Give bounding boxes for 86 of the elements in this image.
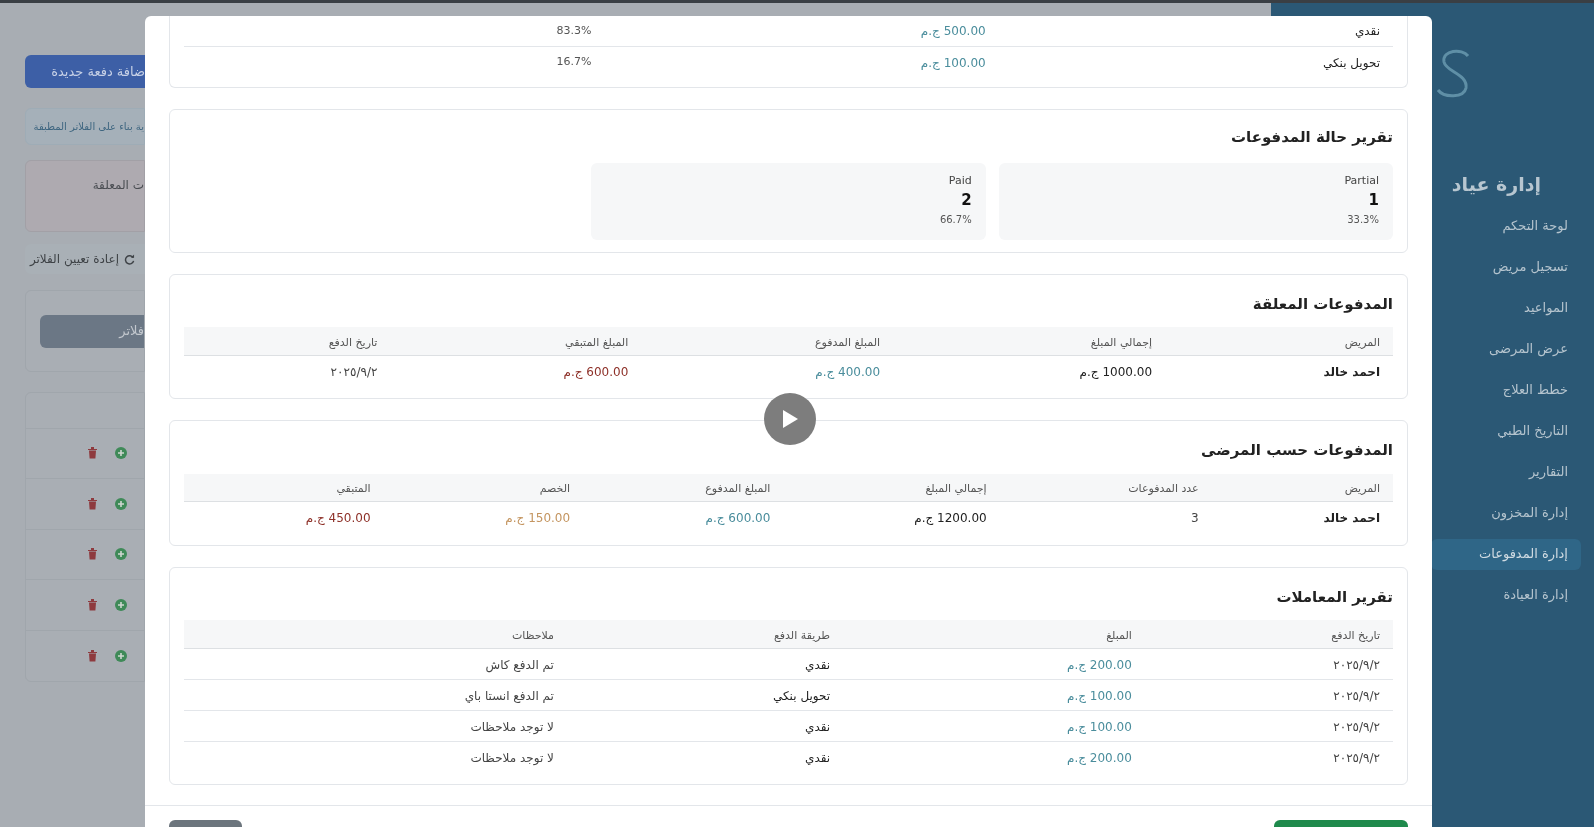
table-cell: ٢٠٢٥/٩/٢ (1333, 657, 1380, 672)
sidebar-item[interactable]: المواعيد (1431, 292, 1581, 324)
plus-circle-icon[interactable] (115, 497, 127, 510)
sidebar-item[interactable]: خطط العلاج (1431, 374, 1581, 406)
table-cell: ٢٠٢٥/٩/٢ (1333, 719, 1380, 734)
filter-note: ية بناء على الفلاتر المطبقة (25, 108, 145, 145)
reset-filters-link[interactable]: إعادة تعيين الفلاتر (29, 250, 119, 268)
status-label: Partial (1343, 172, 1379, 189)
column-header: المبلغ المدفوع (705, 482, 771, 496)
column-header: عدد المدفوعات (1128, 482, 1199, 496)
refresh-icon (124, 253, 135, 265)
column-header: الخصم (539, 482, 571, 496)
table-cell: نقدي (805, 750, 831, 765)
column-header: طريقة الدفع (773, 628, 831, 642)
column-header: المبلغ المتبقي (565, 335, 629, 349)
table-cell: 450.00 ج.م (305, 511, 371, 526)
table-cell: لا توجد ملاحظات (470, 719, 554, 734)
status-count: 2 (960, 190, 972, 211)
table-cell: تم الدفع كاش (485, 657, 554, 672)
table-cell: 3 (1191, 511, 1199, 526)
table-cell: ٢٠٢٥/٩/٢ (1333, 750, 1380, 765)
table-cell: 200.00 ج.م (1067, 750, 1132, 765)
table-cell: ٢٠٢٥/٩/٢ (330, 364, 378, 379)
column-header: المبلغ (1106, 628, 1132, 642)
sidebar-item[interactable]: التاريخ الطبي (1431, 415, 1581, 447)
method-share: 83.3% (555, 22, 592, 39)
trash-icon[interactable] (87, 447, 98, 460)
column-header: المريض (1344, 482, 1380, 496)
table-cell: 100.00 ج.م (1067, 688, 1132, 703)
method-amount: 500.00 ج.م (919, 23, 986, 40)
card-title: المدفوعات حسب المرضى (1200, 440, 1393, 461)
column-header: المتبقي (336, 482, 371, 496)
status-share: 33.3% (1346, 212, 1379, 227)
card-title: تقرير المعاملات (1275, 586, 1393, 608)
table-cell: 400.00 ج.م (815, 364, 881, 379)
plus-circle-icon[interactable] (115, 598, 127, 611)
method-share: 16.7% (555, 54, 592, 71)
column-header: تاريخ الدفع (328, 335, 378, 349)
table-cell: 200.00 ج.م (1067, 657, 1132, 672)
table-cell: 600.00 ج.م (705, 511, 771, 526)
column-header: تاريخ الدفع (1331, 628, 1380, 642)
add-payment-button[interactable]: ضافة دفعة جديدة (25, 55, 145, 88)
sidebar-item[interactable]: إدارة المدفوعات (1431, 538, 1581, 570)
table-cell: 600.00 ج.م (563, 364, 629, 379)
method-amount: 100.00 ج.م (919, 54, 986, 72)
table-cell: نقدي (805, 719, 831, 734)
sidebar-item[interactable]: عرض المرضى (1431, 333, 1581, 365)
status-count: 1 (1367, 190, 1379, 211)
sidebar-item[interactable]: لوحة التحكم (1431, 210, 1581, 242)
card-title: المدفوعات المعلقة (1251, 293, 1393, 315)
table-cell: تم الدفع انستا باي (464, 688, 554, 703)
table-cell: احمد خالد (1323, 364, 1380, 379)
play-icon (781, 409, 799, 429)
table-cell: 100.00 ج.م (1067, 719, 1132, 734)
column-header: إجمالي المبلغ (925, 482, 987, 496)
trash-icon[interactable] (87, 649, 98, 662)
sidebar-title: إدارة عياد (1451, 173, 1541, 195)
status-share: 66.7% (938, 212, 972, 227)
column-header: المبلغ المدفوع (814, 335, 881, 349)
pending-card: ت المعلقة (25, 160, 145, 232)
sidebar-item[interactable]: إدارة المخزون (1431, 497, 1581, 529)
plus-circle-icon[interactable] (115, 447, 127, 460)
table-cell: 1000.00 ج.م (1079, 364, 1152, 379)
trash-icon[interactable] (87, 598, 98, 611)
card-title: تقرير حالة المدفوعات (1230, 127, 1393, 148)
column-header: ملاحظات (511, 628, 554, 642)
table-cell: 150.00 ج.م (505, 511, 571, 526)
table-cell: ٢٠٢٥/٩/٢ (1333, 688, 1380, 703)
sidebar-item[interactable]: التقارير (1431, 456, 1581, 488)
payment-method: تحويل بنكي (1321, 54, 1380, 72)
trash-icon[interactable] (87, 548, 98, 561)
trash-icon[interactable] (87, 497, 98, 510)
table-cell: تحويل بنكي (773, 688, 831, 703)
table-cell: 1200.00 ج.م (914, 511, 987, 526)
payment-method: نقدي (1353, 23, 1380, 40)
sidebar-item[interactable]: إدارة العيادة (1431, 579, 1581, 611)
plus-circle-icon[interactable] (115, 649, 127, 662)
table-cell: احمد خالد (1323, 511, 1380, 526)
status-label: Paid (947, 172, 972, 189)
filter-button[interactable]: فلاتر (40, 314, 144, 348)
table-cell: لا توجد ملاحظات (470, 750, 554, 765)
table-cell: نقدي (805, 657, 831, 672)
sidebar-item[interactable]: تسجيل مريض (1431, 251, 1581, 283)
column-header: المريض (1344, 335, 1380, 349)
column-header: إجمالي المبلغ (1090, 335, 1152, 349)
plus-circle-icon[interactable] (115, 548, 127, 561)
